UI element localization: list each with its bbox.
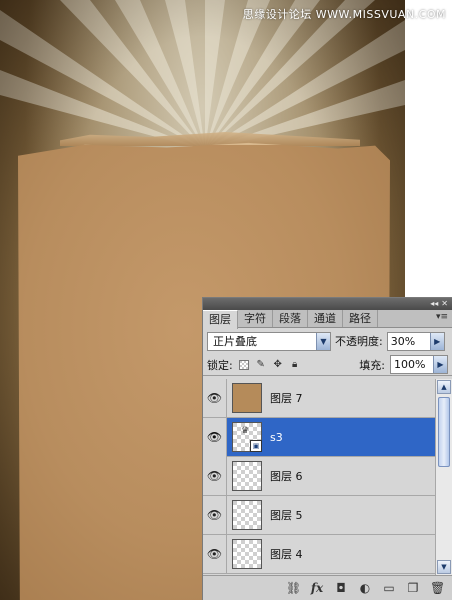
blend-row: 正片叠底 ▼ 不透明度: 30% ▶	[203, 328, 452, 354]
tab-channels[interactable]: 通道	[308, 310, 343, 327]
lock-label: 锁定:	[207, 358, 233, 372]
panel-titlebar[interactable]: ◂◂ ✕	[203, 298, 452, 310]
fill-value: 100%	[394, 358, 426, 371]
chevron-down-icon[interactable]: ▼	[316, 332, 330, 350]
tab-paragraph[interactable]: 段落	[273, 310, 308, 327]
mask-icon[interactable]: ◘	[334, 581, 348, 595]
tab-layers[interactable]: 图层	[203, 310, 238, 329]
layer-thumbnail: ♛ ▣	[232, 422, 262, 452]
layer-list: 👁︎ 图层 7 👁︎ ♛ ▣ s3 👁︎ 图层 6 👁︎ 图层 5 👁︎ 图层 …	[203, 379, 435, 575]
opacity-value: 30%	[390, 334, 416, 348]
scroll-down-icon[interactable]: ▼	[437, 560, 451, 574]
panel-menu-icon[interactable]: ▾≡	[436, 312, 448, 322]
scroll-up-icon[interactable]: ▲	[437, 380, 451, 394]
lock-move-icon[interactable]: ✥	[272, 359, 284, 371]
tab-character[interactable]: 字符	[238, 310, 273, 327]
lock-all-icon[interactable]: 🔒︎	[289, 359, 301, 371]
layer-name[interactable]: 图层 5	[270, 507, 303, 523]
layers-panel: ◂◂ ✕ 图层 字符 段落 通道 路径 ▾≡ 正片叠底 ▼ 不透明度: 30% …	[202, 297, 452, 600]
layer-row-6[interactable]: 👁︎ 图层 6	[203, 456, 435, 496]
layer-name[interactable]: 图层 7	[270, 390, 303, 406]
layer-thumbnail	[232, 539, 262, 569]
layer-thumbnail	[232, 461, 262, 491]
watermark-text: 思缘设计论坛 WWW.MISSVUAN.COM	[242, 8, 446, 21]
blend-mode-value: 正片叠底	[213, 335, 257, 348]
layer-name[interactable]: 图层 6	[270, 468, 303, 484]
tab-paths[interactable]: 路径	[343, 310, 378, 327]
collapse-icon[interactable]: ◂◂	[430, 298, 438, 310]
fx-icon[interactable]: fx	[310, 581, 324, 595]
opacity-field[interactable]: 30% ▶	[386, 331, 445, 351]
layer-thumbnail	[232, 383, 262, 413]
lock-brush-icon[interactable]: ✎	[255, 359, 267, 371]
layer-name[interactable]: 图层 4	[270, 546, 303, 562]
fill-label: 填充:	[359, 358, 385, 372]
layer-row-5[interactable]: 👁︎ 图层 5	[203, 495, 435, 535]
eye-icon[interactable]: 👁︎	[203, 495, 227, 535]
layer-scrollbar[interactable]: ▲ ▼	[435, 379, 452, 575]
fill-field[interactable]: 100% ▶	[390, 355, 448, 374]
link-icon[interactable]: ⛓	[286, 581, 301, 595]
layer-row-s3[interactable]: 👁︎ ♛ ▣ s3	[203, 417, 435, 457]
figure-icon: ♛	[241, 426, 250, 436]
panel-tabs: 图层 字符 段落 通道 路径 ▾≡	[203, 310, 452, 329]
close-icon[interactable]: ✕	[441, 298, 448, 310]
new-layer-icon[interactable]: ❐	[406, 581, 420, 595]
group-folder-icon[interactable]: ▭	[382, 581, 396, 595]
eye-icon[interactable]: 👁︎	[203, 456, 227, 496]
panel-bottom-bar: ⛓ fx ◘ ◐ ▭ ❐ 🗑︎	[203, 575, 452, 600]
layer-name[interactable]: s3	[270, 431, 283, 444]
layer-row-4[interactable]: 👁︎ 图层 4	[203, 534, 435, 574]
opacity-label: 不透明度:	[335, 335, 383, 348]
eye-icon[interactable]: 👁︎	[203, 379, 227, 418]
layer-thumbnail	[232, 500, 262, 530]
eye-icon[interactable]: 👁︎	[203, 417, 227, 457]
eye-icon[interactable]: 👁︎	[203, 534, 227, 574]
lock-transparency-icon[interactable]	[238, 359, 250, 371]
blend-mode-select[interactable]: 正片叠底 ▼	[207, 331, 331, 351]
adjustment-icon[interactable]: ◐	[358, 581, 372, 595]
lock-row: 锁定: ✎ ✥ 🔒︎ 填充: 100% ▶	[203, 354, 452, 376]
smart-object-icon: ▣	[250, 440, 262, 452]
layer-row-7[interactable]: 👁︎ 图层 7	[203, 379, 435, 418]
scroll-thumb[interactable]	[438, 397, 450, 467]
trash-icon[interactable]: 🗑︎	[430, 581, 445, 595]
chevron-right-icon[interactable]: ▶	[433, 356, 447, 373]
chevron-right-icon[interactable]: ▶	[429, 332, 444, 350]
